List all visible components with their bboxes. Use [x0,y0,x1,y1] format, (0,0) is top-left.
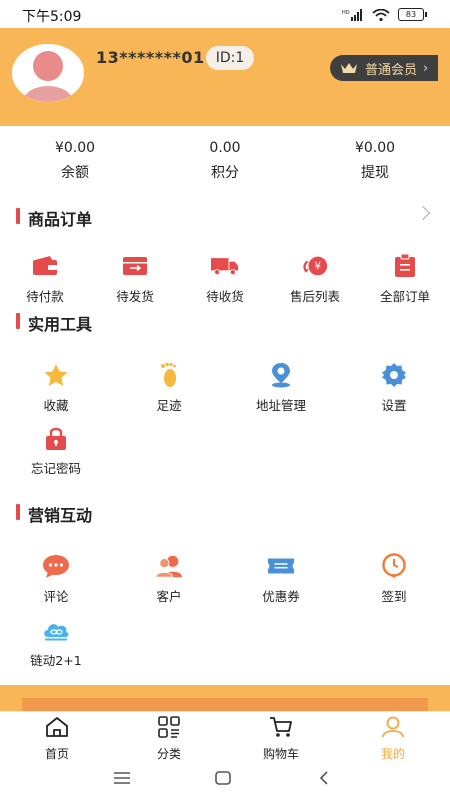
tool-item-label: 忘记密码 [30,461,81,476]
marketing-coupons[interactable]: 优惠券 [231,553,331,605]
order-item-label: 售后列表 [289,289,340,304]
tool-item-label: 足迹 [156,398,182,413]
stat-label: 积分 [211,165,239,181]
marketing-item-label: 签到 [381,589,407,604]
order-pending-receipt[interactable]: 待收货 [175,253,275,305]
marketing-item-label: 链动2+1 [30,653,82,668]
stat-value: ¥0.00 [354,140,396,156]
stat-label: 余额 [61,165,89,181]
svg-text:HD: HD [342,10,350,16]
tab-label: 我的 [380,747,405,761]
orders-more-arrow-icon[interactable] [415,205,431,221]
home-icon [46,717,68,737]
crown-icon [341,63,357,73]
tab-cart[interactable]: 购物车 [236,716,326,762]
tab-category[interactable]: 分类 [124,716,214,762]
marketing-customers[interactable]: 客户 [119,553,219,605]
tool-item-label: 地址管理 [255,398,306,413]
orders-section-title: 商品订单 [28,210,93,229]
marketing-chain-link[interactable]: 链动2+1 [6,617,106,669]
truck-icon [211,258,239,276]
section-marker [16,208,20,224]
svg-text:¥: ¥ [315,261,322,273]
category-icon [158,716,180,738]
order-item-label: 全部订单 [379,289,430,304]
comment-icon [43,554,69,578]
footprint-icon [161,362,176,387]
order-item-label: 待发货 [116,289,154,304]
tab-label: 首页 [44,747,69,761]
tools-section-title: 实用工具 [28,315,93,334]
stat-value: ¥0.00 [54,140,96,156]
order-pending-payment[interactable]: 待付款 [0,253,95,305]
stat-balance[interactable]: ¥0.00 余额 [15,140,135,182]
chevron-right-icon: › [423,60,429,76]
marketing-item-label: 客户 [156,589,182,604]
user-icon [382,716,404,738]
wallet-icon [33,256,57,275]
avatar-icon [12,44,84,102]
stat-value: 0.00 [209,140,241,156]
cloud-link-icon [44,624,69,641]
tab-home[interactable]: 首页 [12,716,102,762]
wifi-icon [372,8,390,21]
promo-banner-inner[interactable] [22,698,428,711]
marketing-section-title: 营销互动 [28,506,93,525]
order-item-label: 待收货 [206,289,244,304]
tool-favorites[interactable]: 收藏 [6,362,106,414]
marketing-item-label: 评论 [43,589,69,604]
tab-label: 分类 [156,747,181,761]
tool-item-label: 收藏 [43,398,69,413]
clipboard-icon [395,254,415,277]
order-item-label: 待付款 [26,289,64,304]
box-icon [123,257,147,275]
marketing-check-in[interactable]: 签到 [344,553,444,605]
star-icon [44,363,68,386]
coupon-icon [267,558,295,574]
section-marker [16,504,20,520]
tool-address-management[interactable]: 地址管理 [231,362,331,414]
lock-icon [46,427,66,450]
avatar[interactable] [12,44,84,102]
stat-label: 提现 [361,165,389,181]
stat-points[interactable]: 0.00 积分 [165,140,285,182]
tab-profile[interactable]: 我的 [348,716,438,762]
order-pending-shipment[interactable]: 待发货 [85,253,185,305]
member-level-label: 普通会员 [365,62,418,78]
signal-icon: HD [342,8,362,21]
location-icon [272,363,290,388]
marketing-item-label: 优惠券 [262,589,300,604]
member-level-button[interactable]: 普通会员 › [330,55,438,81]
tool-footprints[interactable]: 足迹 [119,362,219,414]
tool-forgot-password[interactable]: 忘记密码 [6,425,106,477]
clock-icon [382,553,406,578]
marketing-comments[interactable]: 评论 [6,553,106,605]
refund-icon: ¥ [303,256,328,276]
order-after-sales[interactable]: ¥ 售后列表 [265,253,365,305]
back-icon[interactable] [319,771,329,785]
customers-icon [155,555,183,578]
tab-label: 购物车 [262,747,299,761]
stat-withdraw[interactable]: ¥0.00 提现 [315,140,435,182]
cart-icon [270,717,292,737]
user-phone: 13*******01 [96,48,205,67]
status-icons: HD 83 [342,8,427,21]
section-marker [16,313,20,329]
status-time: 下午5:09 [22,9,82,25]
battery-icon: 83 [398,8,427,21]
tool-settings[interactable]: 设置 [344,362,444,414]
gear-icon [382,363,406,387]
home-button-icon[interactable] [215,771,231,785]
order-all[interactable]: 全部订单 [355,253,450,305]
user-id-badge: ID:1 [206,46,254,70]
tool-item-label: 设置 [381,398,407,413]
menu-icon[interactable] [113,772,131,784]
